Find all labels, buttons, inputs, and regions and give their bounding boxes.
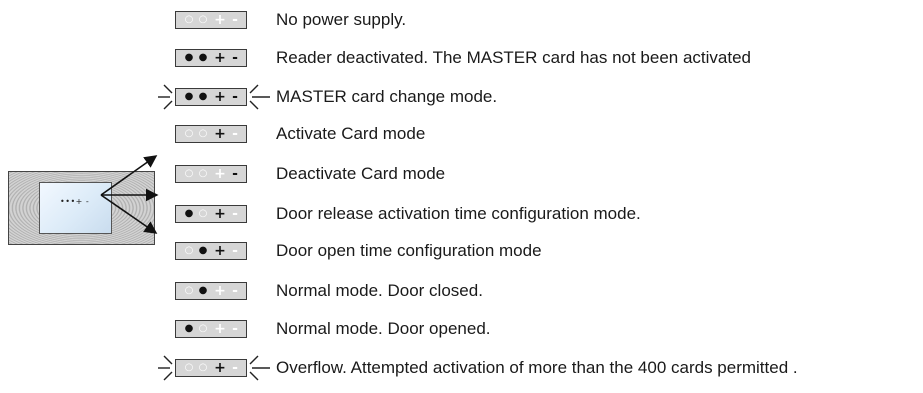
led-indicator-panel: ○ ○ + - xyxy=(175,359,247,377)
led-4-off: - xyxy=(232,321,238,337)
led-3-on: + xyxy=(214,243,226,259)
led-3-on: + xyxy=(214,206,226,222)
led-state-description: Door open time configuration mode xyxy=(276,241,542,260)
led-state-row: ● ○ + - Door release activation time configu… xyxy=(0,203,923,235)
led-2-on: ● xyxy=(198,285,208,296)
led-1-on: ● xyxy=(184,323,194,334)
led-2-off: ○ xyxy=(198,14,208,25)
led-indicator-panel: ○ ● + - xyxy=(175,242,247,260)
led-2-on: ● xyxy=(198,245,208,256)
led-1-off: ○ xyxy=(184,362,194,373)
led-state-description: Deactivate Card mode xyxy=(276,164,446,183)
led-1-on: ● xyxy=(184,52,194,63)
led-indicator-panel: ○ ● + - xyxy=(175,282,247,300)
led-3-on: + xyxy=(214,89,226,105)
led-4-off: - xyxy=(232,243,238,259)
led-indicator-panel: ○ ○ + - xyxy=(175,11,247,29)
led-indicator-panel: ○ ○ + - xyxy=(175,125,247,143)
led-2-off: ○ xyxy=(198,323,208,334)
led-status-diagram: •••+ - ○ ○ + - No power supply. ● ● + - Reader de… xyxy=(0,0,923,393)
led-4-off: - xyxy=(232,126,238,142)
led-state-row: ● ● + - Reader deactivated. The MASTER card … xyxy=(0,47,923,79)
led-4-off: - xyxy=(232,360,238,376)
led-indicator-panel: ● ○ + - xyxy=(175,205,247,223)
led-1-off: ○ xyxy=(184,245,194,256)
led-state-description: Normal mode. Door closed. xyxy=(276,281,483,300)
led-3-off: + xyxy=(214,166,226,182)
led-4-off: - xyxy=(232,12,238,28)
led-3-off: + xyxy=(214,12,226,28)
led-4-on: - xyxy=(232,50,238,66)
led-state-row: ○ ● + - Door open time configuration mode xyxy=(0,240,923,272)
led-1-off: ○ xyxy=(184,285,194,296)
led-state-description: No power supply. xyxy=(276,10,407,29)
led-state-row: ● ● + - MASTER card change mode. xyxy=(0,86,923,118)
led-state-row: ○ ○ + - Overflow. Attempted activation of mo… xyxy=(0,357,923,389)
led-1-off: ○ xyxy=(184,14,194,25)
led-3-off: + xyxy=(214,283,226,299)
led-3-on: + xyxy=(214,50,226,66)
led-indicator-panel: ● ● + - xyxy=(175,88,247,106)
led-4-on: - xyxy=(232,89,238,105)
led-state-description: Door release activation time configurati… xyxy=(276,204,641,223)
led-indicator-panel: ○ ○ + - xyxy=(175,165,247,183)
led-1-on: ● xyxy=(184,91,194,102)
led-state-description: Overflow. Attempted activation of more t… xyxy=(276,358,798,377)
led-2-off: ○ xyxy=(198,128,208,139)
led-state-description: Reader deactivated. The MASTER card has … xyxy=(276,48,752,67)
led-3-on: + xyxy=(214,126,226,142)
led-1-off: ○ xyxy=(184,168,194,179)
led-4-off: - xyxy=(232,206,238,222)
led-2-off: ○ xyxy=(198,168,208,179)
led-state-description: Normal mode. Door opened. xyxy=(276,319,491,338)
led-state-description: MASTER card change mode. xyxy=(276,87,498,106)
led-state-row: ○ ○ + - Activate Card mode xyxy=(0,123,923,155)
led-3-off: + xyxy=(214,321,226,337)
led-2-off: ○ xyxy=(198,362,208,373)
led-state-row: ○ ○ + - Deactivate Card mode xyxy=(0,163,923,195)
led-3-on: + xyxy=(214,360,226,376)
led-state-row: ● ○ + - Normal mode. Door opened. xyxy=(0,318,923,350)
led-indicator-panel: ● ○ + - xyxy=(175,320,247,338)
led-1-off: ○ xyxy=(184,128,194,139)
led-4-on: - xyxy=(232,166,238,182)
led-2-off: ○ xyxy=(198,208,208,219)
led-state-row: ○ ○ + - No power supply. xyxy=(0,9,923,41)
led-1-on: ● xyxy=(184,208,194,219)
led-2-on: ● xyxy=(198,91,208,102)
led-indicator-panel: ● ● + - xyxy=(175,49,247,67)
led-state-row: ○ ● + - Normal mode. Door closed. xyxy=(0,280,923,312)
led-4-off: - xyxy=(232,283,238,299)
led-2-on: ● xyxy=(198,52,208,63)
led-state-description: Activate Card mode xyxy=(276,124,426,143)
